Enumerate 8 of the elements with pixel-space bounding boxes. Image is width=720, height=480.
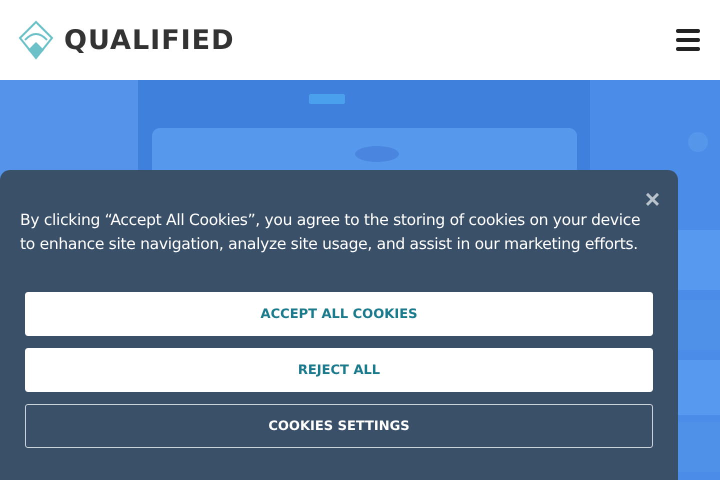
close-button[interactable]: × bbox=[640, 186, 664, 212]
cookie-message: By clicking “Accept All Cookies”, you agree to the storing of cookies on your device to enhance site navigation, analyze site usage, and assist in our marketing efforts. bbox=[20, 210, 642, 255]
settings-button[interactable]: COOKIES SETTINGS bbox=[25, 404, 653, 448]
menu-icon[interactable] bbox=[676, 29, 700, 51]
logo-text: QUALIFIED bbox=[64, 24, 235, 56]
cookie-button[interactable]: REJECT ALL bbox=[25, 348, 653, 392]
cookie-button[interactable]: ACCEPT ALL COOKIES bbox=[25, 292, 653, 336]
logo-icon bbox=[18, 20, 54, 60]
